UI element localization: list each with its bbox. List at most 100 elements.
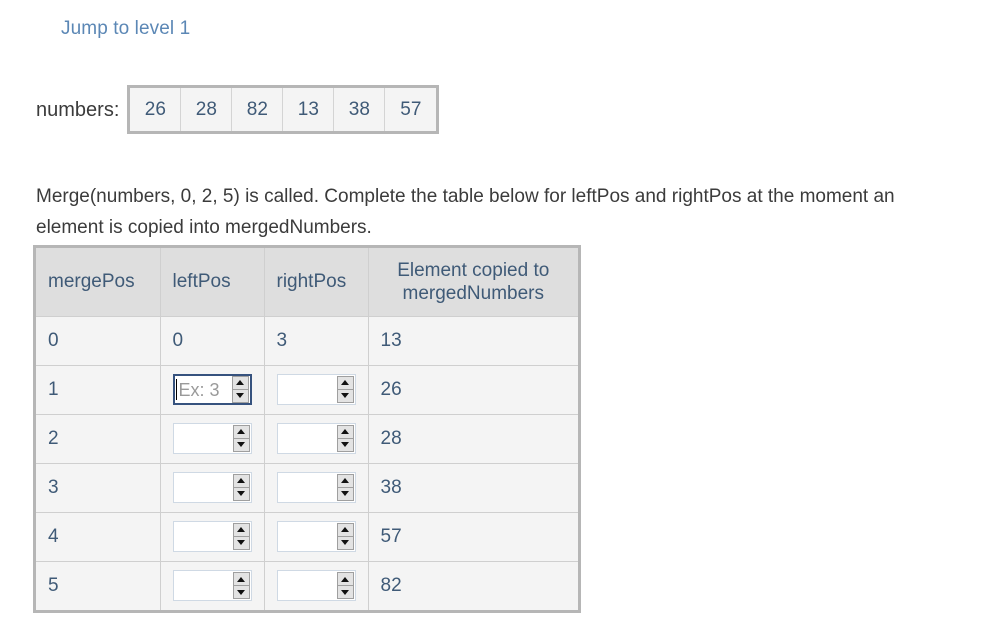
spinner-decrement-button[interactable]	[336, 487, 354, 501]
left-pos-number-input[interactable]	[172, 423, 252, 454]
left-pos-input-field[interactable]: Ex: 3	[175, 376, 232, 403]
numbers-cell: 38	[334, 88, 386, 131]
spinner-increment-button[interactable]	[336, 523, 354, 537]
spinner-decrement-button[interactable]	[336, 438, 354, 452]
spinner-increment-button[interactable]	[232, 474, 250, 488]
chevron-up-icon	[236, 380, 244, 386]
left-pos-input-field[interactable]	[174, 473, 233, 502]
cell-left-pos[interactable]	[160, 561, 265, 610]
right-pos-number-input[interactable]	[276, 472, 356, 503]
right-pos-number-input[interactable]	[276, 423, 356, 454]
header-left-pos: leftPos	[160, 248, 265, 317]
cell-element-copied: 26	[368, 365, 578, 415]
spinner-decrement-button[interactable]	[336, 536, 354, 550]
right-pos-input-field[interactable]	[278, 473, 337, 502]
cell-right-pos[interactable]	[264, 414, 369, 464]
chevron-down-icon	[341, 540, 349, 546]
spinner-decrement-button[interactable]	[336, 585, 354, 600]
cell-merge-pos: 0	[36, 316, 161, 366]
jump-to-level-link[interactable]: Jump to level 1	[61, 17, 190, 41]
right-pos-input-field[interactable]	[278, 571, 337, 600]
left-pos-input-field[interactable]	[174, 571, 233, 600]
cell-left-pos[interactable]	[160, 463, 265, 513]
numbers-cell: 13	[283, 88, 335, 131]
spinner-increment-button[interactable]	[336, 474, 354, 488]
chevron-up-icon	[237, 576, 245, 582]
cell-right-pos[interactable]	[264, 561, 369, 610]
cell-left-pos[interactable]: Ex: 3	[160, 365, 265, 415]
right-pos-number-input[interactable]	[276, 570, 356, 602]
numbers-cell: 82	[232, 88, 284, 131]
chevron-up-icon	[341, 429, 349, 435]
chevron-down-icon	[237, 491, 245, 497]
spinner-decrement-button[interactable]	[232, 487, 250, 501]
numbers-cell: 26	[130, 88, 182, 131]
left-pos-input-field[interactable]	[174, 522, 233, 551]
header-element-line-2: mergedNumbers	[402, 282, 545, 304]
left-pos-input-value: Ex: 3	[178, 379, 220, 400]
spinner-decrement-button[interactable]	[231, 389, 249, 403]
left-pos-input-field[interactable]	[174, 424, 233, 453]
cell-merge-pos: 5	[36, 561, 161, 610]
chevron-up-icon	[237, 478, 245, 484]
cell-left-pos[interactable]	[160, 512, 265, 562]
chevron-down-icon	[237, 589, 245, 595]
question-prompt: Merge(numbers, 0, 2, 5) is called. Compl…	[36, 186, 895, 238]
cell-merge-pos: 3	[36, 463, 161, 513]
cell-right-pos[interactable]	[264, 512, 369, 562]
cell-merge-pos: 1	[36, 365, 161, 415]
right-pos-input-field[interactable]	[278, 424, 337, 453]
cell-right-pos[interactable]	[264, 365, 369, 415]
cell-element-copied: 82	[368, 561, 578, 610]
spinner-decrement-button[interactable]	[232, 438, 250, 452]
spinner-increment-button[interactable]	[336, 572, 354, 586]
chevron-up-icon	[341, 478, 349, 484]
cell-merge-pos: 2	[36, 414, 161, 464]
exercise-page: Jump to level 1 numbers: 26 28 82 13 38 57 Me…	[0, 0, 985, 625]
header-element-line-1: Element copied to	[397, 259, 550, 281]
spinner-buttons	[231, 376, 249, 403]
cell-right-pos: 3	[264, 316, 369, 366]
spinner-increment-button[interactable]	[336, 376, 354, 390]
cell-element-copied: 57	[368, 512, 578, 562]
cell-element-copied: 38	[368, 463, 578, 513]
spinner-buttons	[232, 425, 250, 452]
spinner-buttons	[336, 425, 354, 452]
chevron-up-icon	[341, 527, 349, 533]
right-pos-number-input[interactable]	[276, 521, 356, 552]
spinner-decrement-button[interactable]	[232, 585, 250, 600]
chevron-down-icon	[341, 589, 349, 595]
spinner-increment-button[interactable]	[336, 425, 354, 439]
table-row: 2 28	[36, 414, 578, 464]
spinner-increment-button[interactable]	[232, 523, 250, 537]
chevron-down-icon	[341, 491, 349, 497]
left-pos-number-input[interactable]	[172, 472, 252, 503]
cell-left-pos[interactable]	[160, 414, 265, 464]
header-right-pos: rightPos	[264, 248, 369, 317]
right-pos-input-field[interactable]	[278, 375, 337, 404]
spinner-decrement-button[interactable]	[232, 536, 250, 550]
header-element-copied: Element copied to mergedNumbers	[368, 248, 578, 317]
spinner-decrement-button[interactable]	[336, 389, 354, 403]
spinner-increment-button[interactable]	[232, 425, 250, 439]
left-pos-number-input[interactable]	[172, 521, 252, 552]
merge-table-container: mergePos leftPos rightPos Element copied…	[33, 245, 581, 613]
left-pos-number-input[interactable]	[172, 570, 252, 602]
cell-element-copied: 13	[368, 316, 578, 366]
chevron-up-icon	[237, 527, 245, 533]
table-row: 0 0 3 13	[36, 316, 578, 366]
spinner-increment-button[interactable]	[231, 376, 249, 390]
numbers-cell: 57	[385, 88, 437, 131]
merge-table: mergePos leftPos rightPos Element copied…	[36, 248, 578, 610]
cell-right-pos[interactable]	[264, 463, 369, 513]
merge-table-header-row: mergePos leftPos rightPos Element copied…	[36, 248, 578, 317]
right-pos-number-input[interactable]	[276, 374, 356, 405]
right-pos-input-field[interactable]	[278, 522, 337, 551]
cell-merge-pos: 4	[36, 512, 161, 562]
text-caret	[175, 379, 177, 400]
spinner-increment-button[interactable]	[232, 572, 250, 586]
left-pos-number-input[interactable]: Ex: 3	[172, 374, 252, 405]
spinner-buttons	[336, 523, 354, 550]
numbers-array-section: numbers: 26 28 82 13 38 57	[36, 85, 440, 134]
chevron-down-icon	[341, 393, 349, 399]
